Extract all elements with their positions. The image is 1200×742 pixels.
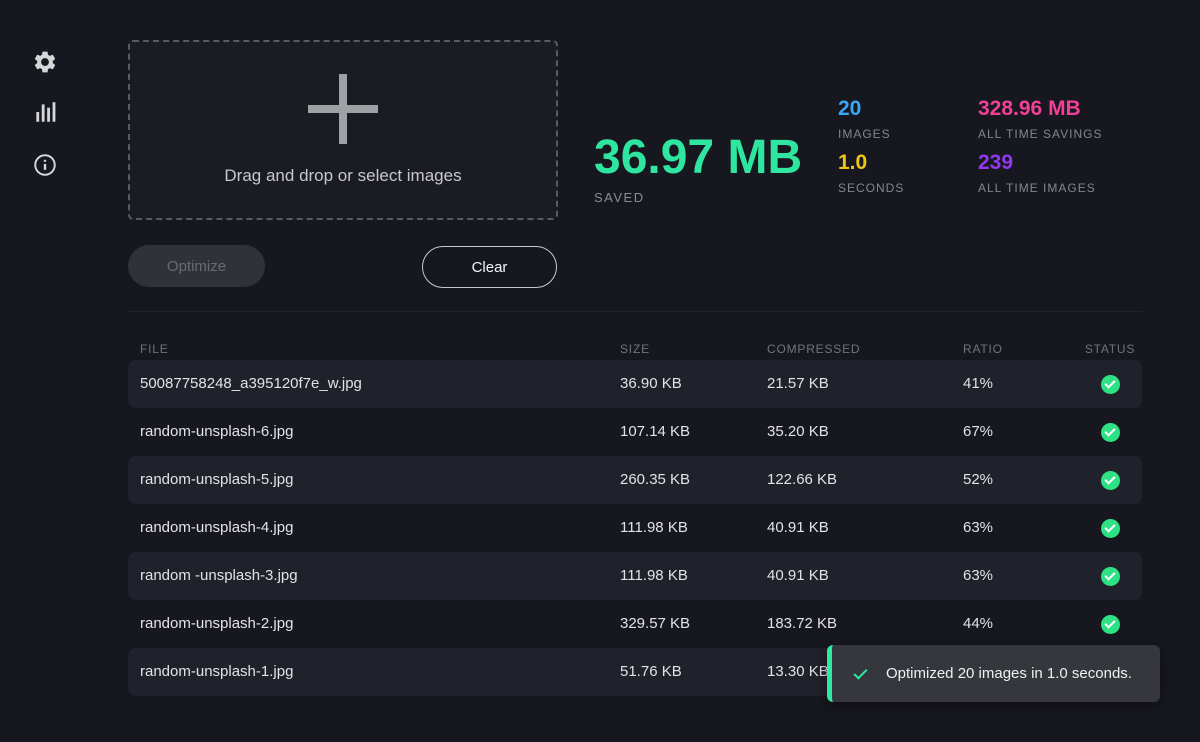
- file-name-cell: random-unsplash-6.jpg: [140, 408, 293, 456]
- file-compressed-cell: 21.57 KB: [767, 360, 829, 408]
- file-ratio-cell: 63%: [963, 552, 993, 600]
- file-status-cell: [1080, 408, 1140, 456]
- file-compressed-cell: 40.91 KB: [767, 504, 829, 552]
- check-circle-icon: [1101, 615, 1120, 634]
- file-compressed-cell: 35.20 KB: [767, 408, 829, 456]
- file-status-cell: [1080, 360, 1140, 408]
- table-row: random -unsplash-3.jpg 111.98 KB 40.91 K…: [128, 552, 1142, 600]
- table-row: 50087758248_a395120f7e_w.jpg 36.90 KB 21…: [128, 360, 1142, 408]
- info-icon: [32, 152, 58, 178]
- file-table: FILE SIZE COMPRESSED RATIO STATUS 500877…: [128, 311, 1142, 696]
- col-header-status: STATUS: [1080, 342, 1140, 356]
- file-size-cell: 111.98 KB: [620, 504, 688, 552]
- file-compressed-cell: 40.91 KB: [767, 552, 829, 600]
- clear-button[interactable]: Clear: [422, 246, 557, 288]
- table-row: random-unsplash-2.jpg 329.57 KB 183.72 K…: [128, 600, 1142, 648]
- dropzone[interactable]: Drag and drop or select images: [128, 40, 558, 220]
- saved-value: 36.97 MB: [594, 132, 802, 184]
- sidebar-item-stats[interactable]: [31, 98, 59, 126]
- table-row: random-unsplash-4.jpg 111.98 KB 40.91 KB…: [128, 504, 1142, 552]
- seconds-label: SECONDS: [838, 181, 904, 195]
- file-status-cell: [1080, 600, 1140, 648]
- optimize-button[interactable]: Optimize: [128, 245, 265, 287]
- seconds-value: 1.0: [838, 151, 904, 175]
- col-header-ratio: RATIO: [963, 342, 1003, 356]
- file-ratio-cell: 41%: [963, 360, 993, 408]
- table-row: random-unsplash-6.jpg 107.14 KB 35.20 KB…: [128, 408, 1142, 456]
- image-optimizer-window: Drag and drop or select images 36.97 MB …: [0, 0, 1200, 742]
- file-ratio-cell: 44%: [963, 600, 993, 648]
- saved-stat: 36.97 MB SAVED: [594, 132, 802, 205]
- table-header: FILE SIZE COMPRESSED RATIO STATUS: [128, 312, 1142, 360]
- file-ratio-cell: 63%: [963, 504, 993, 552]
- toast-message: Optimized 20 images in 1.0 seconds.: [886, 665, 1132, 682]
- file-size-cell: 111.98 KB: [620, 552, 688, 600]
- toast-notification: Optimized 20 images in 1.0 seconds.: [827, 645, 1160, 702]
- sidebar-item-about[interactable]: [31, 151, 59, 179]
- file-status-cell: [1080, 504, 1140, 552]
- images-count-label: IMAGES: [838, 127, 904, 141]
- all-time-savings-value: 328.96 MB: [978, 97, 1102, 121]
- dropzone-label: Drag and drop or select images: [224, 166, 461, 186]
- check-icon: [853, 666, 869, 682]
- all-time-images-value: 239: [978, 151, 1102, 175]
- file-name-cell: random-unsplash-1.jpg: [140, 648, 293, 696]
- images-count-value: 20: [838, 97, 904, 121]
- file-size-cell: 36.90 KB: [620, 360, 682, 408]
- file-name-cell: random-unsplash-2.jpg: [140, 600, 293, 648]
- session-stats: 20 IMAGES 1.0 SECONDS: [838, 97, 904, 195]
- file-name-cell: 50087758248_a395120f7e_w.jpg: [140, 360, 362, 408]
- file-compressed-cell: 183.72 KB: [767, 600, 837, 648]
- bar-chart-icon: [32, 99, 58, 125]
- file-ratio-cell: 67%: [963, 408, 993, 456]
- all-time-images-label: ALL TIME IMAGES: [978, 181, 1102, 195]
- file-compressed-cell: 13.30 KB: [767, 648, 829, 696]
- check-circle-icon: [1101, 519, 1120, 538]
- file-size-cell: 107.14 KB: [620, 408, 690, 456]
- file-size-cell: 51.76 KB: [620, 648, 682, 696]
- file-status-cell: [1080, 456, 1140, 504]
- all-time-savings-label: ALL TIME SAVINGS: [978, 127, 1102, 141]
- check-circle-icon: [1101, 423, 1120, 442]
- sidebar: [0, 0, 90, 742]
- plus-icon: [308, 74, 378, 144]
- file-compressed-cell: 122.66 KB: [767, 456, 837, 504]
- file-ratio-cell: 52%: [963, 456, 993, 504]
- file-size-cell: 329.57 KB: [620, 600, 690, 648]
- check-circle-icon: [1101, 471, 1120, 490]
- col-header-compressed: COMPRESSED: [767, 342, 860, 356]
- file-status-cell: [1080, 552, 1140, 600]
- all-time-stats: 328.96 MB ALL TIME SAVINGS 239 ALL TIME …: [978, 97, 1102, 195]
- file-size-cell: 260.35 KB: [620, 456, 690, 504]
- table-row: random-unsplash-5.jpg 260.35 KB 122.66 K…: [128, 456, 1142, 504]
- file-name-cell: random -unsplash-3.jpg: [140, 552, 298, 600]
- sidebar-item-settings[interactable]: [31, 48, 59, 76]
- file-name-cell: random-unsplash-5.jpg: [140, 456, 293, 504]
- file-name-cell: random-unsplash-4.jpg: [140, 504, 293, 552]
- settings-gear-icon: [32, 49, 58, 75]
- col-header-file: FILE: [140, 342, 169, 356]
- check-circle-icon: [1101, 567, 1120, 586]
- col-header-size: SIZE: [620, 342, 650, 356]
- saved-label: SAVED: [594, 190, 802, 205]
- check-circle-icon: [1101, 375, 1120, 394]
